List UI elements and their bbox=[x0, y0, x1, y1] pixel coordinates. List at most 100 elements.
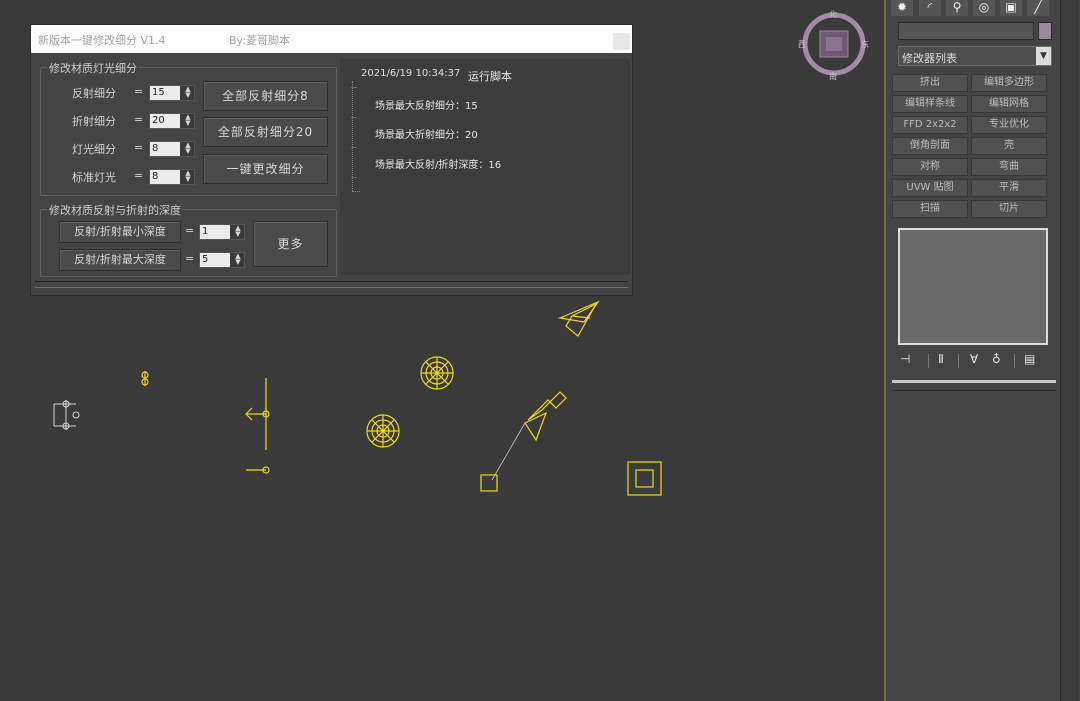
utilities-tab-wrench-icon[interactable]: ╱ bbox=[1027, 0, 1049, 16]
square-target-object[interactable] bbox=[627, 461, 662, 496]
min-depth-spinner[interactable]: 1 ▲ ▼ bbox=[199, 224, 245, 240]
reflect-subdivs-spinner[interactable]: 15 ▲ ▼ bbox=[149, 85, 195, 101]
spinner-arrows-icon[interactable]: ▲ ▼ bbox=[233, 253, 243, 267]
log-tree-tick bbox=[351, 87, 357, 88]
panel-scrollbar[interactable] bbox=[1060, 0, 1079, 701]
log-tree-tick bbox=[351, 117, 357, 118]
direct-light-object[interactable] bbox=[480, 391, 567, 492]
modifier-button[interactable]: 编辑多边形 bbox=[971, 74, 1047, 92]
modifier-button[interactable]: 平滑 bbox=[971, 179, 1047, 197]
modifier-stack-view[interactable] bbox=[898, 228, 1048, 345]
log-tree-branch bbox=[352, 191, 360, 192]
group-light-title: 修改材质灯光细分 bbox=[47, 60, 139, 76]
modifier-button[interactable]: 扫描 bbox=[892, 200, 968, 218]
chevron-down-icon[interactable]: ▼ bbox=[1036, 47, 1051, 65]
log-tree-tick bbox=[351, 177, 357, 178]
display-tab-icon[interactable]: ▣ bbox=[1000, 0, 1022, 16]
modifier-button[interactable]: 壳 bbox=[971, 137, 1047, 155]
log-tree-tick bbox=[351, 147, 357, 148]
remove-modifier-icon[interactable]: ♁ bbox=[992, 352, 1001, 366]
group-depth-title: 修改材质反射与折射的深度 bbox=[47, 202, 183, 218]
stack-toolbar: ⊣ Ⅱ ∀ ♁ ▤ bbox=[898, 352, 1054, 370]
modify-tab-curve-icon[interactable]: ◜ bbox=[919, 0, 941, 16]
row-label-light: 灯光细分 bbox=[72, 143, 116, 156]
apply-subdivs-button[interactable]: 一键更改细分 bbox=[203, 154, 328, 184]
log-pane: 2021/6/19 10:34:37 运行脚本 场景最大反射细分：15 场景最大… bbox=[340, 59, 630, 275]
hierarchy-tab-icon[interactable]: ⚲ bbox=[946, 0, 968, 16]
log-item: 场景最大反射/折射深度：16 bbox=[375, 160, 502, 171]
standard-light-spinner[interactable]: 8 ▲ ▼ bbox=[149, 169, 195, 185]
spinner-arrows-icon[interactable]: ▲ ▼ bbox=[183, 170, 193, 184]
light-subdivs-spinner[interactable]: 8 ▲ ▼ bbox=[149, 141, 195, 157]
eq-sign: = bbox=[134, 141, 144, 154]
omni-light-object[interactable] bbox=[420, 356, 454, 390]
dialog-author: By:菱哥脚本 bbox=[229, 34, 290, 47]
modifier-button[interactable]: UVW 贴图 bbox=[892, 179, 968, 197]
log-run-label: 运行脚本 bbox=[468, 70, 512, 83]
max-depth-spinner[interactable]: 5 ▲ ▼ bbox=[199, 252, 245, 268]
make-unique-icon[interactable]: ∀ bbox=[970, 352, 978, 366]
all-reflect-20-button[interactable]: 全部反射细分20 bbox=[203, 117, 328, 147]
helper-object[interactable] bbox=[53, 400, 80, 430]
row-label-refract: 折射细分 bbox=[72, 115, 116, 128]
spinner-arrows-icon[interactable]: ▲ ▼ bbox=[183, 142, 193, 156]
close-button[interactable] bbox=[613, 33, 630, 50]
eq-sign: = bbox=[134, 85, 144, 98]
modifier-list-label: 修改器列表 bbox=[902, 52, 957, 65]
panel-divider bbox=[892, 390, 1056, 391]
max-depth-button[interactable]: 反射/折射最大深度 bbox=[59, 249, 181, 271]
spinner-arrows-icon[interactable]: ▲ ▼ bbox=[183, 86, 193, 100]
more-button[interactable]: 更多 bbox=[253, 221, 328, 267]
panel-divider bbox=[892, 380, 1056, 383]
object-name-field[interactable] bbox=[898, 22, 1034, 40]
dialog-bottom-divider bbox=[35, 281, 628, 288]
toolbar-separator bbox=[1014, 354, 1015, 368]
spinner-arrows-icon[interactable]: ▲ ▼ bbox=[233, 225, 243, 239]
show-end-result-icon[interactable]: Ⅱ bbox=[938, 352, 944, 366]
object-color-swatch[interactable] bbox=[1038, 22, 1052, 40]
row-label-standard-light: 标准灯光 bbox=[72, 171, 116, 184]
toolbar-separator bbox=[928, 354, 929, 368]
modifier-button[interactable]: 对称 bbox=[892, 158, 968, 176]
spinner-value[interactable]: 20 bbox=[150, 114, 180, 128]
refract-subdivs-spinner[interactable]: 20 ▲ ▼ bbox=[149, 113, 195, 129]
omni-light-object-2[interactable] bbox=[366, 414, 400, 448]
viewcube-west: 西 bbox=[798, 40, 806, 49]
modifier-button[interactable]: 挤出 bbox=[892, 74, 968, 92]
target-light-object[interactable] bbox=[245, 378, 270, 474]
configure-sets-icon[interactable]: ▤ bbox=[1024, 352, 1035, 366]
spinner-value[interactable]: 15 bbox=[150, 86, 180, 100]
viewcube-south: 南 bbox=[829, 71, 837, 81]
eq-sign: = bbox=[134, 113, 144, 126]
create-tab-sun-icon[interactable]: ✹ bbox=[891, 0, 913, 16]
log-item: 场景最大折射细分：20 bbox=[375, 130, 478, 141]
eq-sign: = bbox=[185, 252, 195, 265]
script-dialog: 新版本一键修改细分 V1.4 By:菱哥脚本 修改材质灯光细分 反射细分 = 1… bbox=[31, 25, 632, 295]
spinner-value[interactable]: 5 bbox=[200, 253, 230, 267]
modifier-button[interactable]: FFD 2x2x2 bbox=[892, 116, 968, 134]
modifier-button[interactable]: 编辑网格 bbox=[971, 95, 1047, 113]
viewcube[interactable] bbox=[802, 12, 866, 76]
all-reflect-8-button[interactable]: 全部反射细分8 bbox=[203, 81, 328, 111]
light-object-small[interactable] bbox=[141, 371, 149, 386]
log-tree-line bbox=[352, 81, 353, 191]
camera-object[interactable] bbox=[557, 300, 600, 337]
modifier-button[interactable]: 专业优化 bbox=[971, 116, 1047, 134]
spinner-value[interactable]: 8 bbox=[150, 170, 180, 184]
motion-tab-icon[interactable]: ◎ bbox=[973, 0, 995, 16]
command-panel: ✹ ◜ ⚲ ◎ ▣ ╱ 修改器列表 ▼ 挤出 编辑多边形 编辑样条线 编辑网格 … bbox=[884, 0, 1080, 701]
eq-sign: = bbox=[185, 224, 195, 237]
spinner-value[interactable]: 8 bbox=[150, 142, 180, 156]
spinner-value[interactable]: 1 bbox=[200, 225, 230, 239]
modifier-button[interactable]: 弯曲 bbox=[971, 158, 1047, 176]
viewcube-east: 东 bbox=[861, 39, 869, 49]
pin-stack-icon[interactable]: ⊣ bbox=[900, 352, 910, 366]
modifier-button[interactable]: 切片 bbox=[971, 200, 1047, 218]
min-depth-button[interactable]: 反射/折射最小深度 bbox=[59, 221, 181, 243]
modifier-button[interactable]: 编辑样条线 bbox=[892, 95, 968, 113]
modifier-button[interactable]: 倒角剖面 bbox=[892, 137, 968, 155]
modifier-list-dropdown[interactable]: 修改器列表 ▼ bbox=[898, 46, 1052, 66]
group-depth: 修改材质反射与折射的深度 反射/折射最小深度 = 1 ▲ ▼ 反射/折射最大深度 … bbox=[40, 202, 337, 277]
spinner-arrows-icon[interactable]: ▲ ▼ bbox=[183, 114, 193, 128]
dialog-titlebar[interactable]: 新版本一键修改细分 V1.4 By:菱哥脚本 bbox=[31, 25, 632, 53]
